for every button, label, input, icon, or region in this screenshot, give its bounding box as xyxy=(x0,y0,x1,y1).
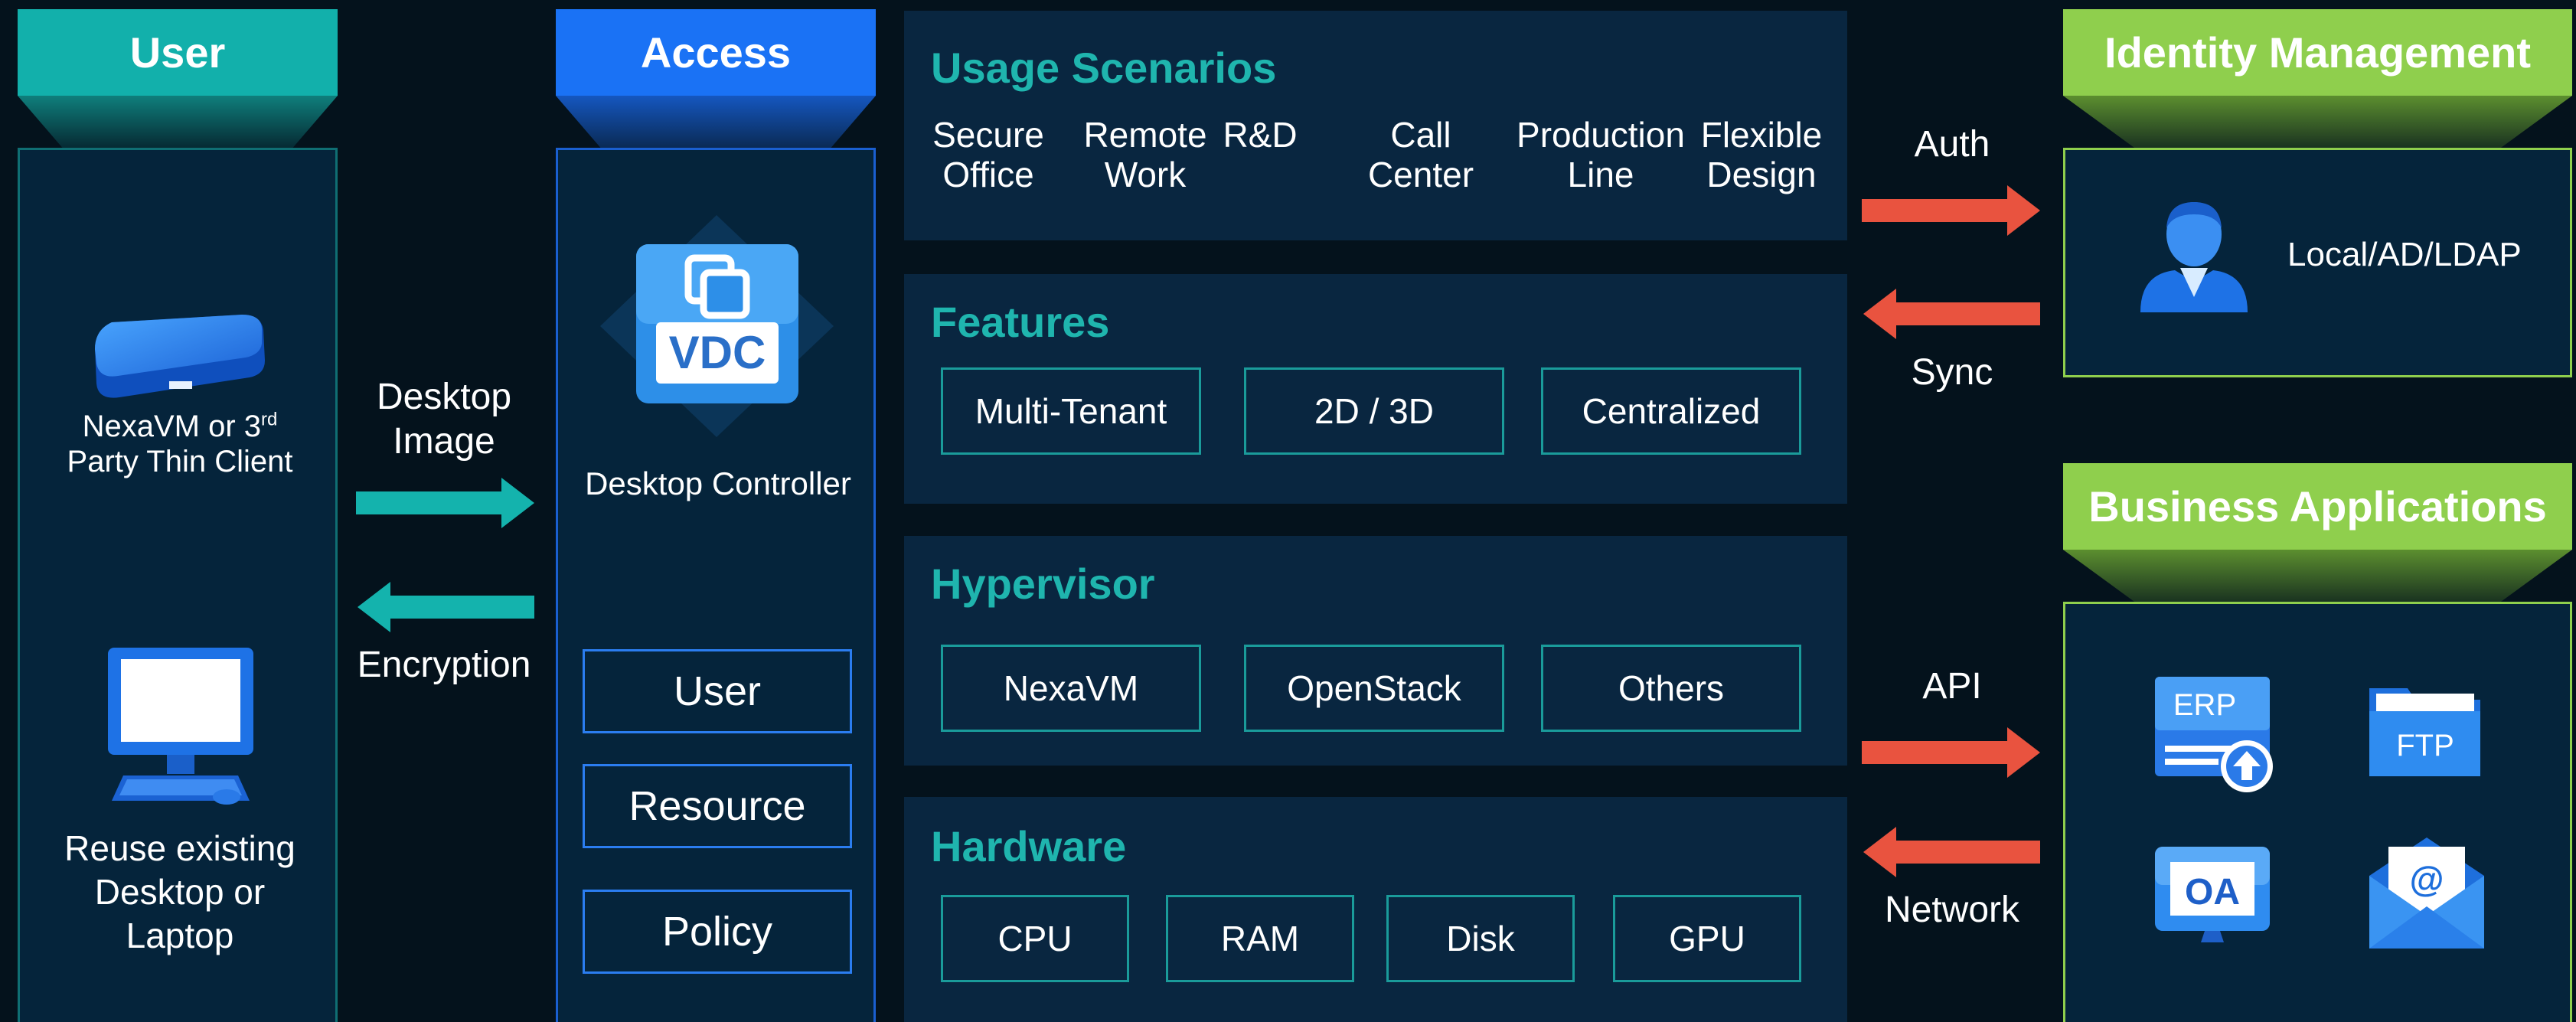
erp-app-icon: ERP xyxy=(2155,677,2273,792)
business-header-funnel xyxy=(2063,550,2572,602)
api-arrow-right xyxy=(1862,727,2040,778)
network-arrow-left xyxy=(1863,827,2040,877)
hypervisor-title: Hypervisor xyxy=(931,560,1155,608)
desktop-image-label: Desktop Image xyxy=(337,375,551,464)
arrow-left-to-user xyxy=(358,582,534,632)
hardware-title: Hardware xyxy=(931,822,1127,870)
vdc-logo-text: VDC xyxy=(669,327,766,378)
access-resource-box: Resource xyxy=(583,764,852,848)
scenario-rnd-line1: R&D xyxy=(1223,115,1298,155)
scenario-remote-work-line2: Work xyxy=(1104,155,1187,194)
user-column-header: User xyxy=(18,9,338,96)
ftp-folder-icon: FTP xyxy=(2369,688,2480,776)
email-at-symbol: @ xyxy=(2410,859,2444,899)
encryption-label: Encryption xyxy=(357,645,531,685)
usage-scenarios-title: Usage Scenarios xyxy=(931,44,1277,92)
desktop-label: Reuse existing Desktop or Laptop xyxy=(20,827,340,958)
ftp-app-text: FTP xyxy=(2396,729,2454,762)
hardware-ram-box: RAM xyxy=(1166,895,1354,982)
arrow-right-to-access xyxy=(356,478,534,528)
desktop-controller-label: Desktop Controller xyxy=(585,465,851,501)
api-label: API xyxy=(1922,666,1982,707)
desktop-image-label-line1: Desktop xyxy=(376,377,512,417)
access-header-funnel xyxy=(556,96,876,148)
hardware-gpu-box: GPU xyxy=(1613,895,1801,982)
hypervisor-openstack-box: OpenStack xyxy=(1244,645,1504,732)
access-policy-box: Policy xyxy=(583,890,852,974)
user-header-funnel xyxy=(18,96,338,148)
sync-arrow-left xyxy=(1863,289,2040,339)
vdc-logo-icon: VDC xyxy=(600,215,834,437)
access-user-box: User xyxy=(583,649,852,733)
desktop-label-line3: Laptop xyxy=(126,916,234,955)
usage-scenarios-panel: Usage Scenarios Secure Office Remote Wor… xyxy=(904,11,1847,240)
scenario-secure-office-line1: Secure xyxy=(932,115,1044,155)
scenario-flexible-design-line2: Design xyxy=(1706,155,1817,194)
scenario-call-center: Call Center xyxy=(1352,115,1490,194)
desktop-label-line2: Desktop or xyxy=(94,872,266,912)
access-column-title: Access xyxy=(640,28,792,77)
thin-client-label-prefix: NexaVM or 3 xyxy=(82,410,262,443)
feature-2d-3d-box: 2D / 3D xyxy=(1244,367,1504,455)
access-column-header: Access xyxy=(556,9,876,96)
scenario-production-line-line2: Line xyxy=(1567,155,1634,194)
user-column-panel: NexaVM or 3rd Party Thin Client Reuse ex… xyxy=(18,148,338,1022)
oa-app-text: OA xyxy=(2185,872,2240,913)
hardware-cpu-box: CPU xyxy=(941,895,1129,982)
hardware-disk-box: Disk xyxy=(1386,895,1575,982)
identity-header-funnel xyxy=(2063,96,2572,148)
thin-client-label-line2: Party Thin Client xyxy=(67,445,293,478)
user-person-icon xyxy=(2140,202,2248,312)
business-applications-panel: ERP FTP OA @ xyxy=(2063,602,2572,1022)
desktop-computer-icon xyxy=(108,648,253,805)
scenario-production-line: Production Line xyxy=(1501,115,1700,194)
oa-app-icon: OA xyxy=(2155,847,2270,942)
scenario-production-line-line1: Production xyxy=(1517,115,1685,155)
scenario-rnd: R&D xyxy=(1191,115,1329,155)
auth-arrow-right xyxy=(1862,185,2040,236)
desktop-image-label-line2: Image xyxy=(393,421,495,462)
access-column-panel: VDC Desktop Controller User Resource Pol… xyxy=(556,148,876,1022)
thin-client-label: NexaVM or 3rd Party Thin Client xyxy=(20,409,340,479)
thin-client-label-sup: rd xyxy=(261,409,278,430)
desktop-label-line1: Reuse existing xyxy=(64,828,295,868)
scenario-call-center-line1: Call xyxy=(1390,115,1451,155)
network-label: Network xyxy=(1884,890,2020,930)
auth-label: Auth xyxy=(1914,124,1990,165)
business-applications-header: Business Applications xyxy=(2063,463,2572,550)
hypervisor-others-box: Others xyxy=(1541,645,1801,732)
erp-app-text: ERP xyxy=(2173,688,2236,722)
identity-management-panel: Local/AD/LDAP xyxy=(2063,148,2572,377)
thin-client-icon xyxy=(95,315,265,398)
hypervisor-nexavm-box: NexaVM xyxy=(941,645,1201,732)
scenario-flexible-design: Flexible Design xyxy=(1685,115,1838,194)
identity-directory-label: Local/AD/LDAP xyxy=(2287,236,2522,273)
sync-label: Sync xyxy=(1911,352,1993,393)
identity-management-title: Identity Management xyxy=(2104,28,2531,77)
business-applications-title: Business Applications xyxy=(2088,482,2547,531)
hardware-panel: Hardware CPU RAM Disk GPU xyxy=(904,797,1847,1022)
features-title: Features xyxy=(931,298,1110,346)
feature-multi-tenant-box: Multi-Tenant xyxy=(941,367,1201,455)
scenario-flexible-design-line1: Flexible xyxy=(1700,115,1823,155)
email-envelope-icon: @ xyxy=(2369,838,2484,949)
identity-management-header: Identity Management xyxy=(2063,9,2572,96)
user-column-title: User xyxy=(129,28,226,77)
scenario-secure-office-line2: Office xyxy=(942,155,1034,194)
feature-centralized-box: Centralized xyxy=(1541,367,1801,455)
scenario-secure-office: Secure Office xyxy=(919,115,1057,194)
hypervisor-panel: Hypervisor NexaVM OpenStack Others xyxy=(904,536,1847,766)
scenario-call-center-line2: Center xyxy=(1367,155,1474,194)
thin-client-label-line1: NexaVM or 3rd xyxy=(20,409,340,444)
features-panel: Features Multi-Tenant 2D / 3D Centralize… xyxy=(904,274,1847,504)
